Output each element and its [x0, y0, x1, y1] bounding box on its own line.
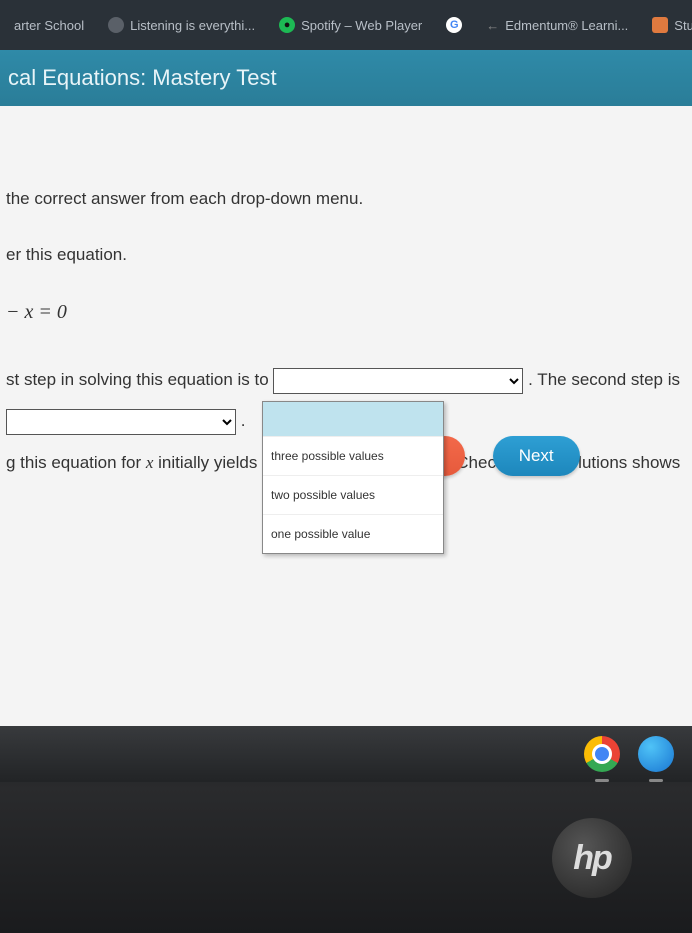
spotify-icon: ●	[279, 17, 295, 33]
google-icon: G	[446, 17, 462, 33]
chrome-icon[interactable]	[584, 736, 620, 772]
instruction-text: the correct answer from each drop-down m…	[6, 186, 692, 212]
page-header: cal Equations: Mastery Test	[0, 50, 692, 106]
os-shelf-area: hp	[0, 726, 692, 933]
content-area: the correct answer from each drop-down m…	[0, 106, 692, 726]
text-fragment: initially yields	[153, 453, 262, 472]
dropdown-option-one[interactable]: one possible value	[263, 514, 443, 553]
page-title: cal Equations: Mastery Test	[8, 65, 277, 91]
os-shelf	[0, 726, 692, 782]
tab-charter-school[interactable]: arter School	[4, 10, 94, 41]
app-icon	[652, 17, 668, 33]
first-step-dropdown[interactable]	[273, 368, 523, 394]
tab-edmentum[interactable]: ← Edmentum® Learni...	[476, 10, 638, 41]
text-fragment: . The second step is	[528, 370, 680, 389]
tab-spotify[interactable]: ● Spotify – Web Player	[269, 9, 432, 41]
dropdown-option-blank[interactable]	[263, 402, 443, 436]
dropdown-option-two[interactable]: two possible values	[263, 475, 443, 514]
browser-tab-strip: arter School Listening is everythi... ● …	[0, 0, 692, 50]
tab-listening[interactable]: Listening is everythi...	[98, 9, 265, 41]
text-fragment: st step in solving this equation is to	[6, 370, 273, 389]
yields-dropdown-menu: three possible values two possible value…	[262, 401, 444, 554]
tab-label: arter School	[14, 18, 84, 33]
text-fragment: .	[241, 411, 246, 430]
globe-icon	[108, 17, 124, 33]
tab-label: Listening is everythi...	[130, 18, 255, 33]
next-button[interactable]: Next	[493, 436, 580, 476]
second-step-dropdown[interactable]	[6, 409, 236, 435]
tab-label: Stu	[674, 18, 692, 33]
tab-stu[interactable]: Stu	[642, 9, 692, 41]
consider-text: er this equation.	[6, 242, 692, 268]
tab-google[interactable]: G	[436, 9, 472, 41]
text-fragment: g this equation for	[6, 453, 146, 472]
dropdown-option-three[interactable]: three possible values	[263, 436, 443, 475]
tab-label: Spotify – Web Player	[301, 18, 422, 33]
hp-logo: hp	[552, 818, 632, 898]
tab-label: Edmentum® Learni...	[505, 18, 628, 33]
equation-text: − x = 0	[6, 297, 692, 327]
app-launcher-icon[interactable]	[638, 736, 674, 772]
